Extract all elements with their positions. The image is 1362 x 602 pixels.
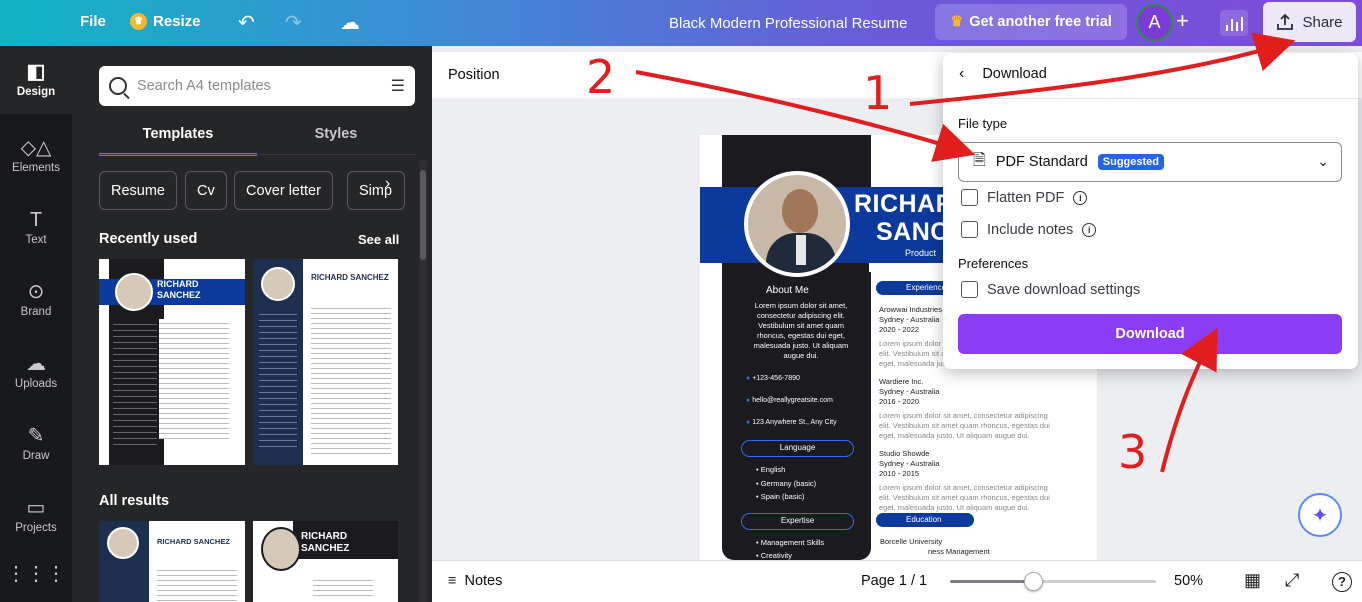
annotation-arrows xyxy=(635,32,1296,473)
arrow-3 xyxy=(1160,327,1218,473)
arrow-2 xyxy=(635,70,976,162)
annotation-number: 2 xyxy=(586,50,616,104)
annotation-number: 3 xyxy=(1118,425,1148,479)
arrow-1 xyxy=(909,32,1296,106)
annotation-number: 1 xyxy=(863,66,893,120)
